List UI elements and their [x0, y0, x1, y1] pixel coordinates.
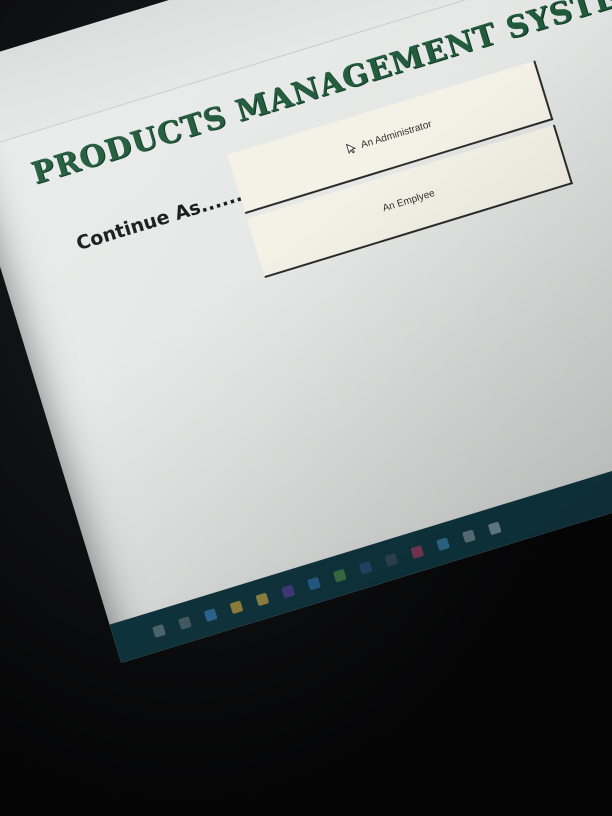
app-icon[interactable]: [332, 568, 347, 583]
administrator-button-label: An Administrator: [359, 118, 433, 151]
photo-background: PRODUCTS MANAGEMENT SYSTEM Continue As..…: [0, 0, 612, 816]
file-explorer-icon[interactable]: [255, 592, 270, 606]
taskbar: [109, 402, 612, 663]
store-icon[interactable]: [306, 576, 321, 590]
app-icon-2[interactable]: [358, 560, 373, 575]
app-icon-6[interactable]: [487, 520, 502, 535]
app-icon-4[interactable]: [436, 536, 450, 551]
app-icon-3[interactable]: [410, 544, 425, 559]
employee-button-label: An Emplyee: [381, 187, 437, 214]
search-icon[interactable]: [152, 623, 166, 638]
chrome-icon[interactable]: [229, 599, 244, 614]
folder-icon[interactable]: [384, 552, 399, 567]
app-icon-5[interactable]: [461, 528, 476, 543]
cursor-icon: [345, 143, 356, 155]
edge-icon[interactable]: [203, 607, 218, 622]
app-window: PRODUCTS MANAGEMENT SYSTEM Continue As..…: [0, 0, 612, 663]
visual-studio-icon[interactable]: [281, 584, 295, 598]
task-view-icon[interactable]: [177, 615, 192, 630]
